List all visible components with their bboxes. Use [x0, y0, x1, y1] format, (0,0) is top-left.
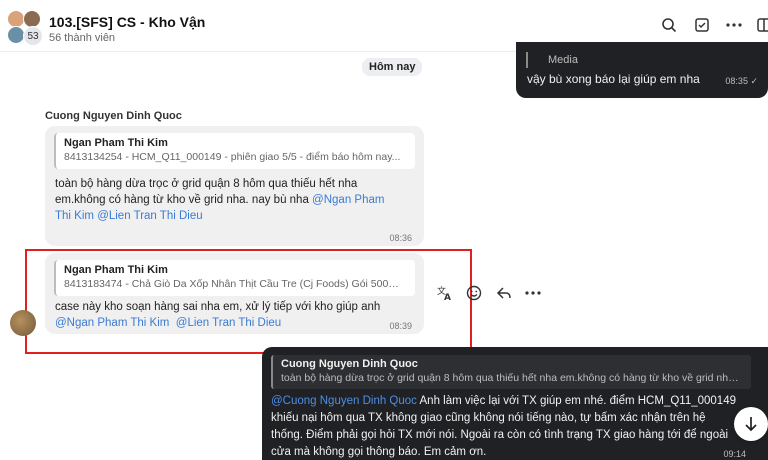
translate-icon[interactable]: 文A	[434, 282, 456, 304]
message-line: @Cuong Nguyen Dinh Quoc Anh làm việc lại…	[271, 395, 736, 407]
group-title[interactable]: 103.[SFS] CS - Kho Vận	[49, 14, 205, 30]
message-line: cửa mà không gọi thông báo. Em cảm ơn.	[271, 446, 487, 458]
svg-text:A: A	[444, 293, 451, 302]
avatar-count-badge: 53	[23, 26, 43, 46]
inbox-icon[interactable]	[692, 15, 712, 35]
selection-highlight	[25, 249, 472, 354]
message-line: toàn bộ hàng dừa trọc ở grid quận 8 hôm …	[55, 178, 358, 190]
quote-text: toàn bộ hàng dừa trọc ở grid quận 8 hôm …	[281, 372, 741, 384]
member-count[interactable]: 56 thành viên	[49, 32, 115, 44]
message-line: thống. Điểm phải gọi hỏi TX mới nói. Ngo…	[271, 429, 729, 441]
quote-author: Ngan Pham Thi Kim	[64, 137, 168, 149]
more-actions-icon[interactable]	[522, 282, 544, 304]
layout-icon[interactable]	[754, 15, 768, 35]
chat-area: Media vậy bù xong báo lại giúp em nha 08…	[0, 42, 768, 460]
date-divider: Hôm nay	[362, 58, 423, 76]
message-text: @Cuong Nguyen Dinh Quoc Anh làm việc lại…	[271, 393, 761, 460]
message-text: toàn bộ hàng dừa trọc ở grid quận 8 hôm …	[55, 176, 384, 224]
quoted-media-label: Media	[548, 54, 578, 66]
quote-text: 8413134254 - HCM_Q11_000149 - phiên giao…	[64, 151, 401, 163]
message-time: 08:36	[389, 233, 412, 243]
outgoing-message[interactable]: Cuong Nguyen Dinh Quoc toàn bộ hàng dừa …	[262, 347, 768, 460]
emoji-icon[interactable]	[463, 282, 485, 304]
mention[interactable]: Thi Kim	[55, 210, 94, 222]
incoming-message[interactable]: Ngan Pham Thi Kim 8413134254 - HCM_Q11_0…	[45, 126, 424, 293]
message-time: 09:14	[723, 449, 746, 459]
quoted-message[interactable]: Cuong Nguyen Dinh Quoc toàn bộ hàng dừa …	[271, 355, 751, 389]
reply-icon[interactable]	[493, 282, 515, 304]
sender-name[interactable]: Cuong Nguyen Dinh Quoc	[45, 110, 182, 122]
group-avatar[interactable]: 53	[7, 10, 43, 46]
quote-author: Cuong Nguyen Dinh Quoc	[281, 358, 418, 370]
outgoing-message[interactable]: Media vậy bù xong báo lại giúp em nha 08…	[516, 42, 768, 98]
more-icon[interactable]	[724, 15, 744, 35]
quoted-media[interactable]: Media	[526, 52, 764, 68]
message-line: Thi Kim @Lien Tran Thi Dieu	[55, 208, 384, 224]
sender-avatar[interactable]	[10, 310, 36, 336]
message-text: vậy bù xong báo lại giúp em nha	[527, 72, 700, 86]
message-line: em.không có hàng từ kho về grid nha. nay…	[55, 194, 385, 206]
mention[interactable]: @Lien Tran Thi Dieu	[97, 210, 202, 222]
scroll-down-icon[interactable]	[734, 407, 768, 441]
message-line: khiếu nại hôm qua TX không giao cũng khô…	[271, 412, 706, 424]
mention[interactable]: @Ngan Pham	[312, 194, 384, 206]
search-icon[interactable]	[659, 15, 679, 35]
message-time: 08:35 ✓	[725, 76, 758, 86]
mention[interactable]: @Cuong Nguyen Dinh Quoc	[271, 395, 417, 407]
quoted-message[interactable]: Ngan Pham Thi Kim 8413134254 - HCM_Q11_0…	[54, 133, 415, 169]
